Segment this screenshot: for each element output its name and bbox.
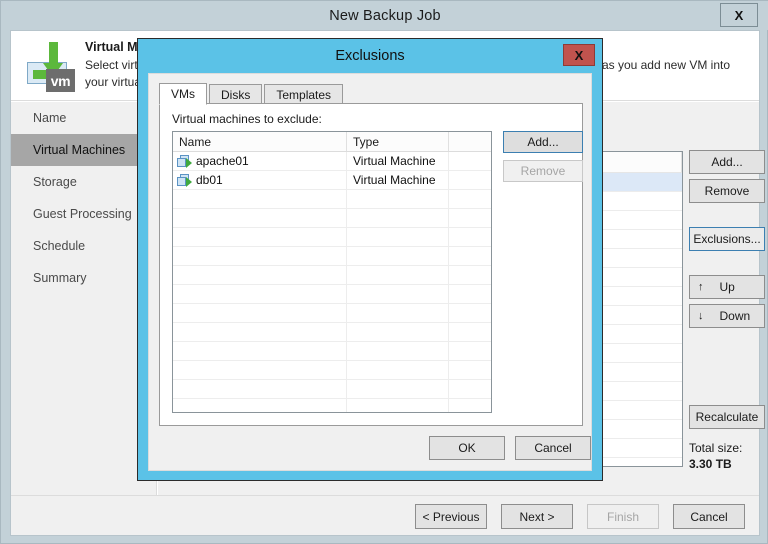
exclusions-button[interactable]: Exclusions... — [689, 227, 765, 251]
exclusions-list-header: Name Type — [173, 132, 491, 152]
dialog-remove-button: Remove — [503, 160, 583, 182]
vm-badge: vm — [46, 69, 75, 92]
move-down-label: Down — [719, 309, 751, 323]
table-row-empty[interactable] — [173, 209, 491, 228]
close-icon: X — [574, 47, 584, 63]
dialog-titlebar: Exclusions — [138, 39, 602, 73]
sidebar-item-schedule[interactable]: Schedule — [11, 230, 156, 262]
row-name: db01 — [196, 173, 223, 187]
ok-button[interactable]: OK — [429, 436, 505, 460]
table-row-empty[interactable] — [173, 190, 491, 209]
virtual-machine-icon — [177, 154, 192, 168]
new-backup-job-window: New Backup Job X vm Virtual Machines Sel… — [0, 0, 768, 544]
move-up-label: Up — [719, 280, 735, 294]
window-title: New Backup Job — [329, 7, 441, 24]
previous-button[interactable]: < Previous — [415, 504, 487, 529]
dialog-close-button[interactable]: X — [563, 44, 595, 66]
wizard-footer: < Previous Next > Finish Cancel — [11, 495, 759, 535]
table-row-empty[interactable] — [173, 323, 491, 342]
exclusions-list[interactable]: Name Type apache01 Virtual Machine db01 … — [172, 131, 492, 413]
move-down-button[interactable]: ↓ Down — [689, 304, 765, 328]
arrow-up-icon: ↑ — [698, 281, 704, 293]
window-titlebar: New Backup Job — [1, 1, 768, 30]
arrow-down-icon: ↓ — [698, 310, 704, 322]
sidebar-item-name[interactable]: Name — [11, 102, 156, 134]
table-row-empty[interactable] — [173, 304, 491, 323]
exclusions-side-buttons: Add... Remove — [503, 131, 583, 182]
column-header-extra[interactable] — [449, 132, 491, 151]
dialog-title: Exclusions — [335, 48, 405, 64]
content-side-buttons: Add... Remove Exclusions... ↑ Up ↓ Down … — [689, 150, 765, 471]
table-row-empty[interactable] — [173, 247, 491, 266]
tab-templates[interactable]: Templates — [264, 84, 344, 104]
table-row-empty[interactable] — [173, 399, 491, 412]
tab-vms[interactable]: VMs — [159, 83, 207, 105]
total-size-label: Total size: — [689, 441, 743, 455]
sidebar-item-storage[interactable]: Storage — [11, 166, 156, 198]
move-up-button[interactable]: ↑ Up — [689, 275, 765, 299]
row-extra — [449, 171, 491, 189]
table-row[interactable]: apache01 Virtual Machine — [173, 152, 491, 171]
dialog-body: VMs Disks Templates Virtual machines to … — [148, 73, 592, 471]
column-header-type[interactable]: Type — [347, 132, 449, 151]
dialog-cancel-button[interactable]: Cancel — [515, 436, 591, 460]
sidebar-item-guest-processing[interactable]: Guest Processing — [11, 198, 156, 230]
window-close-button[interactable]: X — [720, 3, 758, 27]
sidebar-item-virtual-machines[interactable]: Virtual Machines — [11, 134, 156, 166]
total-size-block: Total size: 3.30 TB — [689, 441, 751, 471]
table-row-empty[interactable] — [173, 266, 491, 285]
exclusions-list-rows: apache01 Virtual Machine db01 Virtual Ma… — [173, 152, 491, 412]
tab-pane-vms: Virtual machines to exclude: Name Type a… — [159, 103, 583, 426]
column-header-name[interactable]: Name — [173, 132, 347, 151]
close-icon: X — [734, 7, 744, 23]
table-row[interactable]: db01 Virtual Machine — [173, 171, 491, 190]
tab-disks[interactable]: Disks — [209, 84, 263, 104]
add-button[interactable]: Add... — [689, 150, 765, 174]
row-type: Virtual Machine — [347, 152, 449, 170]
recalculate-button[interactable]: Recalculate — [689, 405, 765, 429]
next-button[interactable]: Next > — [501, 504, 573, 529]
exclude-list-label: Virtual machines to exclude: — [172, 112, 322, 126]
dialog-add-button[interactable]: Add... — [503, 131, 583, 153]
row-type: Virtual Machine — [347, 171, 449, 189]
cancel-button[interactable]: Cancel — [673, 504, 745, 529]
finish-button: Finish — [587, 504, 659, 529]
row-extra — [449, 152, 491, 170]
dialog-tabstrip: VMs Disks Templates — [159, 83, 583, 105]
total-size-value: 3.30 TB — [689, 457, 732, 471]
table-row-empty[interactable] — [173, 342, 491, 361]
exclusions-dialog: Exclusions X VMs Disks Templates Virtual… — [137, 38, 603, 481]
sidebar-item-summary[interactable]: Summary — [11, 262, 156, 294]
table-row-empty[interactable] — [173, 285, 491, 304]
table-row-empty[interactable] — [173, 228, 491, 247]
wizard-step-nav: Name Virtual Machines Storage Guest Proc… — [11, 102, 157, 496]
table-row-empty[interactable] — [173, 361, 491, 380]
row-name: apache01 — [196, 154, 249, 168]
vm-download-icon: vm — [25, 42, 79, 92]
dialog-footer: OK Cancel — [149, 426, 593, 470]
table-row-empty[interactable] — [173, 380, 491, 399]
remove-button[interactable]: Remove — [689, 179, 765, 203]
virtual-machine-icon — [177, 173, 192, 187]
